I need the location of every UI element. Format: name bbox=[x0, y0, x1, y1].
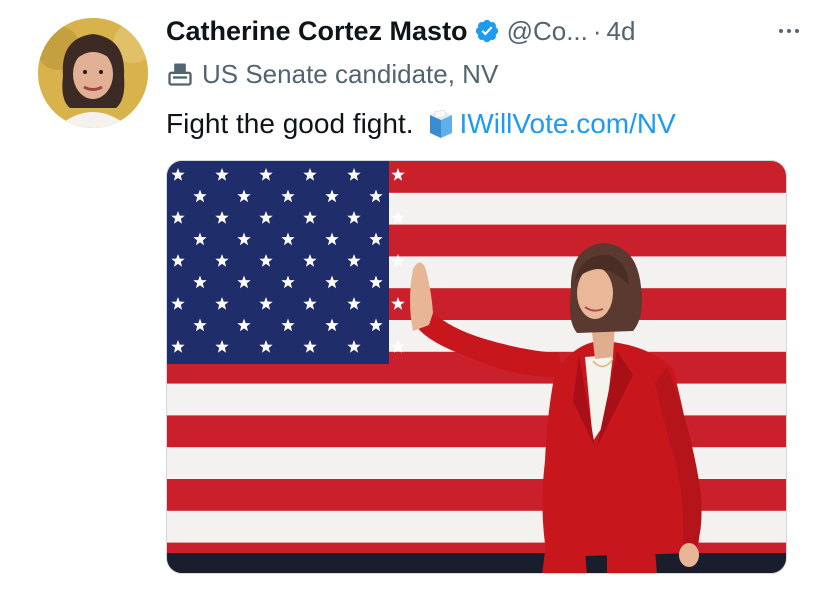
account-label-text: US Senate candidate, NV bbox=[202, 58, 499, 89]
tweet-header: Catherine Cortez Masto @Co... · 4d bbox=[166, 12, 809, 50]
ballot-box-emoji-icon bbox=[426, 108, 456, 140]
tweet-body: Fight the good fight. bbox=[166, 108, 414, 139]
flag-stripe bbox=[167, 383, 786, 416]
ballot-box-icon bbox=[166, 60, 194, 88]
vote-link[interactable]: IWillVote.com/NV bbox=[460, 108, 676, 140]
tweet-photo[interactable] bbox=[166, 160, 787, 574]
author-name[interactable]: Catherine Cortez Masto bbox=[166, 16, 468, 47]
woman-left-hand bbox=[679, 543, 699, 567]
more-dot bbox=[779, 29, 783, 33]
verified-badge-icon[interactable] bbox=[474, 18, 500, 44]
timestamp[interactable]: 4d bbox=[607, 16, 636, 47]
flag-stripe bbox=[167, 415, 786, 448]
more-icon[interactable] bbox=[769, 20, 809, 42]
more-dot bbox=[787, 29, 791, 33]
author-handle[interactable]: @Co... bbox=[507, 16, 588, 47]
tweet-text: Fight the good fight. IWillVote.com/NV bbox=[166, 104, 676, 144]
avatar-image bbox=[38, 18, 148, 128]
avatar[interactable] bbox=[38, 18, 148, 128]
photo-flag-woman-waving bbox=[167, 161, 786, 573]
separator: · bbox=[592, 15, 602, 46]
more-dot bbox=[795, 29, 799, 33]
account-label[interactable]: US Senate candidate, NV bbox=[166, 56, 498, 92]
